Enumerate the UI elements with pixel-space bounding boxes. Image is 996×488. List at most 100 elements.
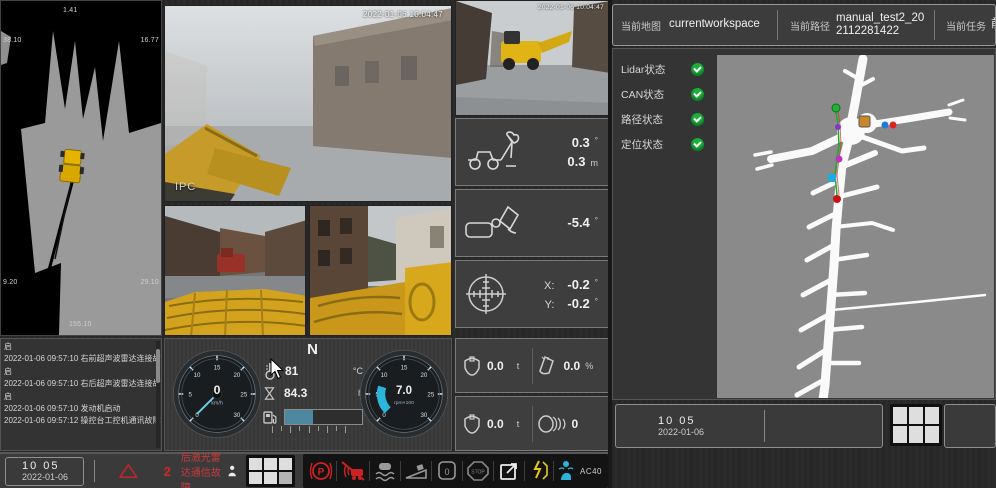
speed-value: 0 <box>214 383 221 397</box>
external-window-icon[interactable] <box>497 460 521 482</box>
gear-indicator: N <box>263 341 363 358</box>
status-bar: 10 05 2022-01-06 2 后激光雷达通信故障 P <box>0 452 608 488</box>
status-row-path: 路径状态 <box>613 107 717 132</box>
speed-unit: km/h <box>211 401 223 407</box>
svg-text:10: 10 <box>194 372 201 379</box>
route-map-graphic <box>717 55 994 398</box>
bucket-percent-unit: % <box>585 361 593 371</box>
bucket-icon <box>462 355 482 377</box>
lidar-fault-icon[interactable] <box>340 460 366 482</box>
camera-main-timestamp: 2022-01-06 10:04:47 <box>363 10 443 19</box>
camera-front[interactable]: 2022-01-06 10:04:47 <box>455 0 609 116</box>
bucket-count-icon <box>537 414 567 434</box>
bucket-angle-panel: -5.4 ° <box>455 189 609 257</box>
bucket-percent-value: 0.0 <box>564 359 581 373</box>
vehicle-icon-toolbar: P 0 <box>303 454 608 488</box>
camera-main-scene <box>165 6 452 202</box>
lidar-range-right-lower: 29.10 <box>140 279 159 286</box>
current-path-label: 当前路径 <box>784 18 836 33</box>
bucket-angle-value: -5.4 <box>567 213 589 233</box>
waypoint-marker <box>828 174 836 182</box>
svg-text:30: 30 <box>421 412 428 419</box>
svg-text:STOP: STOP <box>471 470 485 476</box>
log-line: 2022-01-06 09:57:10 发动机启动 <box>4 403 153 415</box>
right-clock-date: 2022-01-06 <box>658 427 704 438</box>
svg-text:15: 15 <box>401 364 408 371</box>
svg-text:0: 0 <box>382 412 386 419</box>
camera-main[interactable]: 2022-01-06 10:04:47 IPC <box>164 5 452 202</box>
bucket-angle-unit: ° <box>595 215 598 227</box>
navigation-body: Lidar状态 CAN状态 路径状态 定位状态 <box>612 48 996 400</box>
bucket-tilt-icon <box>464 201 522 245</box>
level-crosshair-icon <box>464 272 508 316</box>
traction-control-icon[interactable] <box>373 460 397 482</box>
app-window: 1.41 38.10 16.77 9.20 29.10 155.10 <box>0 0 996 488</box>
lidar-costmap-panel[interactable]: 1.41 38.10 16.77 9.20 29.10 155.10 <box>0 0 162 336</box>
status-row-can: CAN状态 <box>613 82 717 107</box>
payload-box-icon[interactable]: 0 <box>435 460 459 482</box>
svg-text:P: P <box>318 467 325 478</box>
log-scrollbar[interactable] <box>156 341 160 448</box>
right-empty-button[interactable] <box>944 404 996 448</box>
loader-side-icon <box>464 130 526 174</box>
status-ok-icon <box>691 88 704 101</box>
x-axis-value: -0.2 <box>567 275 589 295</box>
svg-text:15: 15 <box>214 364 221 371</box>
svg-text:20: 20 <box>421 372 428 379</box>
svg-text:0: 0 <box>444 467 449 477</box>
bucket-count-value: 0 <box>572 417 579 431</box>
boom-angle-unit: ° <box>595 135 598 147</box>
camera-rear-left-scene <box>165 206 306 336</box>
bucket-load-unit: t <box>517 361 520 371</box>
log-scrollbar-thumb <box>156 349 160 383</box>
camera-rear-left[interactable] <box>164 205 306 336</box>
total-weight-panel: 0.0 t 0 <box>455 396 609 451</box>
status-ok-icon <box>691 113 704 126</box>
speed-gauge: 0 5 10 15 20 25 30 0 km/h <box>171 348 263 440</box>
bucket-weight-panel: 0.0 t 0.0 % <box>455 338 609 393</box>
clock-box: 10 05 2022-01-06 <box>5 457 84 486</box>
waypoint-marker <box>890 122 897 129</box>
status-row-lidar: Lidar状态 <box>613 57 717 82</box>
hourglass-icon <box>263 385 276 402</box>
lidar-range-left-lower: 9.20 <box>3 279 17 286</box>
right-layout-grid-button[interactable] <box>890 404 942 446</box>
waypoint-marker <box>882 122 889 129</box>
current-path-value: manual_test2_202112281422 <box>836 12 928 38</box>
slope-warning-icon[interactable] <box>404 460 428 482</box>
vehicle-marker <box>859 116 870 127</box>
mouse-cursor <box>270 358 285 380</box>
svg-text:20: 20 <box>234 372 241 379</box>
ac-status-label: AC40 <box>580 467 602 476</box>
camera-main-label: IPC <box>175 181 196 193</box>
operator-icon[interactable] <box>228 460 236 482</box>
clock-date: 2022-01-06 <box>22 472 83 483</box>
bucket-icon <box>462 413 482 435</box>
boom-angle-value: 0.3 <box>572 133 590 153</box>
svg-text:10: 10 <box>381 372 388 379</box>
log-line: 2022-01-06 09:57:12 操控台工控机通讯故障消失 <box>4 415 153 427</box>
engine-hours-value: 84.3 <box>284 386 307 400</box>
layout-grid-button[interactable] <box>246 455 295 487</box>
status-ok-icon <box>691 63 704 76</box>
electrical-fault-icon[interactable] <box>528 460 550 482</box>
lidar-range-bottom: 155.10 <box>69 321 92 328</box>
rpm-value: 7.0 <box>396 385 412 397</box>
log-line: 2022-01-06 09:57:10 右前超声波雷达连接故障屏蔽开 <box>4 353 153 365</box>
air-conditioning-icon[interactable] <box>557 460 575 482</box>
parking-brake-icon[interactable]: P <box>309 460 333 482</box>
system-status-list: Lidar状态 CAN状态 路径状态 定位状态 <box>613 57 717 157</box>
status-ok-icon <box>691 138 704 151</box>
camera-rear-right[interactable] <box>309 205 452 336</box>
camera-front-timestamp: 2022-01-06 10:04:47 <box>538 4 604 11</box>
log-line: 2022-01-06 09:57:10 右后超声波雷达连接故障屏蔽开 <box>4 378 153 390</box>
event-log[interactable]: 启 2022-01-06 09:57:10 右前超声波雷达连接故障屏蔽开 启 2… <box>0 338 162 451</box>
x-axis-label: X: <box>544 278 554 295</box>
warning-triangle-icon <box>119 456 138 486</box>
svg-text:25: 25 <box>427 391 434 398</box>
route-map-view[interactable] <box>717 55 994 398</box>
stop-sign-icon[interactable]: STOP <box>466 460 490 482</box>
lidar-range-left-upper: 38.10 <box>3 37 22 44</box>
fuel-level-fill <box>285 410 314 424</box>
fuel-level-bar <box>284 409 363 425</box>
